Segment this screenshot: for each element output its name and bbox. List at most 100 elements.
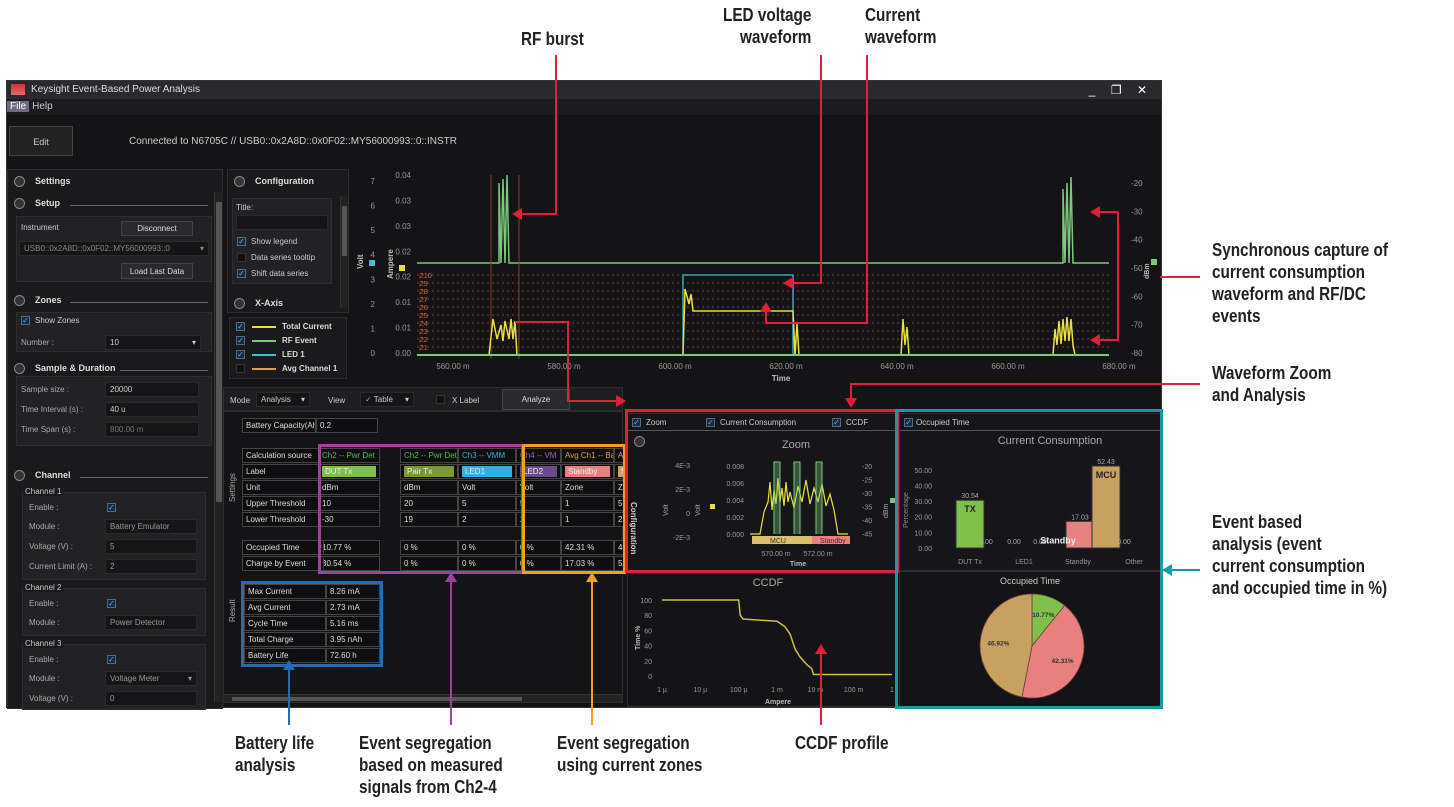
legend-checkbox-1[interactable]: ✓ [236,336,245,345]
zones-title: Zones [35,295,62,305]
callout-current-waveform: Current waveform [865,5,937,47]
settings-scrollbar[interactable] [214,192,223,702]
ccdf-x-tick: 10 m [808,687,824,694]
collapse-settings-icon[interactable] [14,176,25,188]
time-span-input[interactable]: 800.00 m [105,422,199,437]
menu-file[interactable]: File [7,101,30,112]
volt-tick-label: 0 [371,349,376,358]
legend-checkbox-2[interactable]: ✓ [236,350,245,359]
result-tab[interactable]: Result [228,599,237,622]
dbm-tick-label: -60 [1131,292,1143,301]
shift-data-series-checkbox[interactable]: ✓ [237,269,246,278]
channel-3-enable-checkbox[interactable]: ✓ [107,655,116,664]
x-tick-label: 680.00 m [1102,362,1136,371]
x-label-checkbox[interactable] [436,395,445,404]
ampere-tick-label: 0.01 [395,298,411,307]
data-series-tooltip-checkbox[interactable] [237,253,246,262]
analysis-table-panel: Settings Result Battery Capacity(Ah) 0.2 C… [223,411,644,703]
minimize-icon[interactable]: _ [1089,83,1102,97]
time-interval-input[interactable]: 40 u [105,402,199,417]
channel-3-box: Channel 3 Enable : ✓ Module : Voltage Me… [22,639,206,710]
chevron-down-icon: ▾ [300,395,305,404]
load-last-data-button[interactable]: Load Last Data [121,263,193,279]
dbm-tick-label: -40 [1131,236,1143,245]
table-view-select[interactable]: ✓ Table ▾ [360,392,414,407]
settings-tab[interactable]: Settings [228,473,237,502]
rf-event-series [417,174,1109,264]
close-icon[interactable]: ✕ [1137,83,1153,97]
analyze-button[interactable]: Analyze [502,389,570,410]
menu-help[interactable]: Help [29,101,56,112]
ccdf-x-tick: 10 µ [693,687,707,694]
disconnect-button[interactable]: Disconnect [121,221,193,236]
ccdf-y-label: Time % [635,625,642,650]
settings-panel: Settings Setup Instrument Disconnect USB… [7,169,223,710]
ccdf-x-tick: 100 m [844,687,864,694]
collapse-configuration-icon[interactable] [234,176,245,188]
channel-1-enable-checkbox[interactable]: ✓ [107,503,116,512]
main-waveform-chart[interactable]: 7 6 5 4 3 2 1 0 Volt 0.04 0.03 0.03 0.02 0.02 0.01 0.01… [353,169,1161,385]
config-scrollbar[interactable] [340,196,348,308]
collapse-sample-icon[interactable] [14,363,25,375]
callout-zoom-analysis: Waveform Zoom and Analysis [1212,363,1332,405]
battery-capacity-input[interactable]: 0.2 [316,418,378,433]
row-label: Label [242,464,324,479]
collapse-xaxis-icon[interactable] [234,298,245,310]
x-tick-label: 600.00 m [658,362,692,371]
ampere-tick-label: 0.04 [395,171,411,180]
zones-box: ✓ Show Zones Number : 10 ▾ [16,312,212,352]
volt-tick-label: 1 [371,324,376,333]
table-horizontal-scrollbar[interactable] [224,694,622,702]
channel-2-title: Channel 2 [23,583,64,592]
callout-sync-capture: Synchronous capture of current consumpti… [1212,240,1388,326]
legend-swatch [252,354,276,356]
ccdf-y-tick: 40 [644,644,652,651]
dbm-tick-label: -80 [1131,349,1143,358]
ccdf-x-tick: 100 µ [730,687,748,694]
sample-title: Sample & Duration [35,363,116,373]
volt-series-marker [369,260,375,266]
restore-icon[interactable]: ❐ [1111,83,1128,97]
instrument-select[interactable]: USB0::0x2A8D::0x0F02::MY56000993::0 ▾ [19,241,209,256]
channel-1-voltage-input[interactable]: 5 [105,539,197,554]
module-label: Module : [29,674,60,683]
channel-1-module[interactable]: Battery Emulator [105,519,197,534]
chevron-down-icon: ▾ [191,338,196,347]
legend-checkbox-3[interactable] [236,364,245,373]
ccdf-chart[interactable]: CCDF 100 80 60 40 20 0 Time % 1 µ 10 µ 100 µ 1 m 10 … [628,574,896,706]
dbm-tick-label: -50 [1131,264,1143,273]
ccdf-x-tick: 1 µ [657,687,667,694]
collapse-setup-icon[interactable] [14,198,25,210]
chart-title-input[interactable] [236,215,328,230]
channel-1-current-input[interactable]: 2 [105,559,197,574]
mode-select[interactable]: Analysis ▾ [256,392,310,407]
sample-size-input[interactable]: 20000 [105,382,199,397]
show-legend-checkbox[interactable]: ✓ [237,237,246,246]
mode-label: Mode [230,396,251,405]
ampere-tick-label: 0.03 [395,222,411,231]
show-zones-checkbox[interactable]: ✓ [21,316,30,325]
zone-number-select[interactable]: 10 ▾ [105,335,201,350]
settings-title: Settings [35,176,71,186]
setup-box: Instrument Disconnect USB0::0x2A8D::0x0F… [16,216,212,282]
channel-2-module[interactable]: Power Detector [105,615,197,630]
ampere-axis-label: Ampere [386,249,395,279]
channel-3-module-select[interactable]: Voltage Meter ▾ [105,671,197,686]
channel-2-enable-checkbox[interactable]: ✓ [107,599,116,608]
collapse-channel-icon[interactable] [14,470,25,482]
volt-tick-label: 3 [371,275,376,284]
enable-label: Enable : [29,503,59,512]
channel-3-voltage-input[interactable]: 0 [105,691,197,706]
legend-swatch [252,326,276,328]
ampere-tick-label: 0.02 [395,247,411,256]
ccdf-x-tick: 1 [890,687,894,694]
shift-data-series-label: Shift data series [251,269,309,278]
collapse-zones-icon[interactable] [14,295,25,307]
time-span-label: Time Span (s) : [21,425,76,434]
volt-tick-label: 2 [371,300,376,309]
legend-checkbox-0[interactable]: ✓ [236,322,245,331]
channel-3-title: Channel 3 [23,639,64,648]
volt-tick-label: 5 [371,226,376,235]
edit-button[interactable]: Edit [9,126,73,156]
callout-rf-burst: RF burst [521,29,584,49]
